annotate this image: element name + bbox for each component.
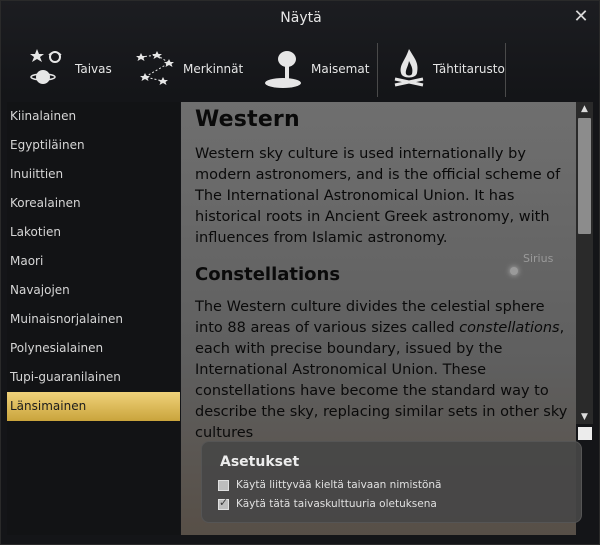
close-button[interactable]: ✕ bbox=[573, 8, 589, 26]
section-title: Constellations bbox=[195, 264, 341, 285]
list-item-selected[interactable]: Länsimainen bbox=[7, 392, 180, 421]
list-item[interactable]: Korealainen bbox=[7, 189, 180, 218]
markings-icon bbox=[135, 45, 179, 93]
section-body: The Western culture divides the celestia… bbox=[195, 299, 568, 441]
sky-icon bbox=[27, 45, 71, 93]
landscape-icon bbox=[263, 45, 307, 93]
description-title: Western bbox=[195, 107, 300, 132]
tab-markings[interactable]: Merkinnät bbox=[135, 37, 243, 101]
tab-markings-label: Merkinnät bbox=[183, 62, 244, 76]
scroll-down-button[interactable]: ▼ bbox=[576, 410, 593, 424]
checkbox-label: Käytä tätä taivaskulttuuria oletuksena bbox=[236, 498, 437, 510]
description-text: Western Western sky culture is used inte… bbox=[195, 107, 570, 444]
check-icon: ✓ bbox=[219, 495, 229, 509]
dialog-title: Näytä bbox=[280, 10, 322, 26]
scroll-corner bbox=[578, 427, 592, 440]
list-item[interactable]: Inuiittien bbox=[7, 160, 180, 189]
use-native-names-checkbox[interactable]: Käytä liittyvää kieltä taivaan nimistönä bbox=[218, 479, 441, 491]
view-dialog: Näytä ✕ Taivas Merkinnät Maisemat Tähtit… bbox=[0, 0, 600, 545]
use-as-default-checkbox[interactable]: ✓ Käytä tätä taivaskulttuuria oletuksena bbox=[218, 495, 437, 510]
list-item[interactable]: Maori bbox=[7, 247, 180, 276]
toolbar: Taivas Merkinnät Maisemat Tähtitarusto bbox=[1, 37, 600, 101]
toolbar-separator bbox=[505, 43, 506, 97]
tab-sky-label: Taivas bbox=[75, 62, 112, 76]
tab-landscape-label: Maisemat bbox=[311, 62, 370, 76]
list-item[interactable]: Polynesialainen bbox=[7, 334, 180, 363]
list-item[interactable]: Navajojen bbox=[7, 276, 180, 305]
title-bar[interactable]: Näytä ✕ bbox=[1, 1, 600, 37]
tab-starlore-label: Tähtitarusto bbox=[433, 62, 505, 76]
checkbox-box[interactable]: ✓ bbox=[218, 495, 229, 510]
list-item[interactable]: Muinaisnorjalainen bbox=[7, 305, 180, 334]
settings-panel: Asetukset Käytä liittyvää kieltä taivaan… bbox=[201, 441, 582, 523]
starlore-icon bbox=[389, 45, 429, 93]
list-item[interactable]: Lakotien bbox=[7, 218, 180, 247]
scroll-thumb[interactable] bbox=[578, 118, 591, 234]
emphasis: constellations bbox=[459, 320, 560, 336]
list-item[interactable]: Egyptiläinen bbox=[7, 131, 180, 160]
tab-landscape[interactable]: Maisemat bbox=[263, 37, 369, 101]
checkbox-label: Käytä liittyvää kieltä taivaan nimistönä bbox=[236, 479, 442, 491]
settings-title: Asetukset bbox=[220, 454, 300, 470]
tab-sky[interactable]: Taivas bbox=[27, 37, 112, 101]
tab-starlore[interactable]: Tähtitarusto bbox=[389, 37, 505, 101]
scroll-up-button[interactable]: ▲ bbox=[576, 102, 593, 116]
vertical-scrollbar[interactable]: ▲ ▼ bbox=[576, 102, 593, 424]
list-item[interactable]: Kiinalainen bbox=[7, 102, 180, 131]
toolbar-separator bbox=[377, 43, 378, 97]
checkbox-box[interactable] bbox=[218, 479, 229, 491]
list-item[interactable]: Tupi-guaranilainen bbox=[7, 363, 180, 392]
sky-culture-list[interactable]: Kiinalainen Egyptiläinen Inuiittien Kore… bbox=[7, 102, 180, 535]
description-intro: Western sky culture is used internationa… bbox=[195, 146, 561, 246]
